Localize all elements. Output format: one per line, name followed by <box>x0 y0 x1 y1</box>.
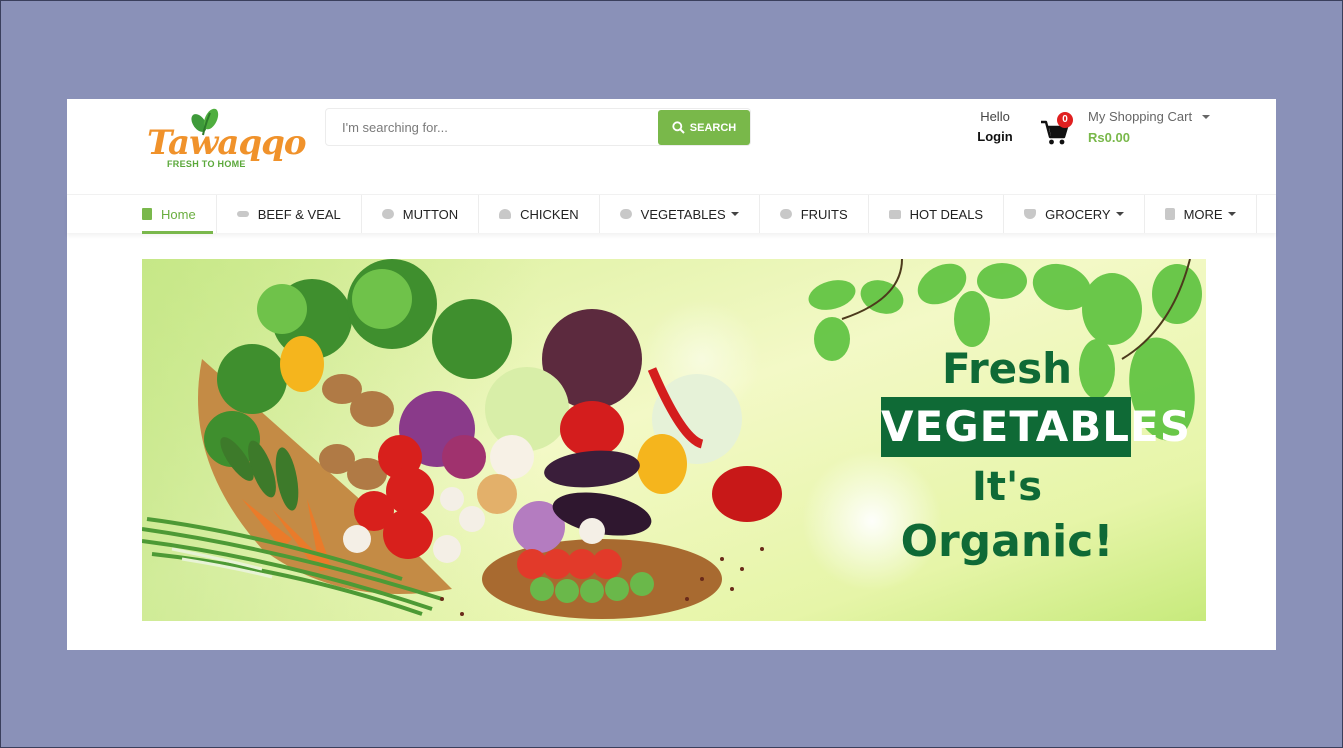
search-input[interactable] <box>326 109 688 145</box>
banner-headline-vegetables: VEGETABLES <box>881 397 1190 457</box>
nav-label: HOT DEALS <box>909 206 984 222</box>
login-link[interactable]: Login <box>965 129 1025 144</box>
cart-summary[interactable]: My Shopping Cart Rs0.00 <box>1088 109 1211 145</box>
nav-item-mutton[interactable]: MUTTON <box>362 195 480 233</box>
nav-item-beef-veal[interactable]: BEEF & VEAL <box>217 195 362 233</box>
document-icon <box>142 208 152 220</box>
nav-label: MUTTON <box>402 206 459 222</box>
search-icon <box>672 121 685 134</box>
chicken-icon <box>499 209 512 219</box>
cart-total: Rs0.00 <box>1088 130 1130 145</box>
grocery-icon <box>1024 209 1037 219</box>
nav-label: Home <box>161 206 196 222</box>
logo-wordmark: Tawaqqo <box>147 123 307 163</box>
banner-headline-fresh: Fresh <box>941 344 1073 393</box>
vegetable-icon <box>619 209 632 219</box>
nav-item-grocery[interactable]: GROCERY <box>1004 195 1145 233</box>
nav-item-chicken[interactable]: CHICKEN <box>479 195 600 233</box>
search-bar: SEARCH <box>325 108 751 146</box>
steak-icon <box>236 211 249 217</box>
site-logo[interactable]: Tawaqqo FRESH TO HOME <box>147 107 307 175</box>
chevron-down-icon <box>1227 212 1236 216</box>
deals-icon <box>888 209 901 219</box>
nav-item-hot-deals[interactable]: HOT DEALS <box>869 195 1005 233</box>
cart-count-badge: 0 <box>1057 112 1073 128</box>
cart-title: My Shopping Cart <box>1088 109 1193 124</box>
nav-item-home[interactable]: Home <box>142 195 217 234</box>
main-navigation: Home BEEF & VEAL MUTTON CHICKEN VEGETABL… <box>67 194 1276 234</box>
account-menu[interactable]: Hello Login <box>965 109 1025 144</box>
greeting-text: Hello <box>980 109 1010 124</box>
nav-label: CHICKEN <box>520 206 579 222</box>
nav-item-more[interactable]: MORE <box>1145 195 1257 233</box>
website-card: Tawaqqo FRESH TO HOME SEARCH Hello Login… <box>67 99 1276 650</box>
nav-item-vegetables[interactable]: VEGETABLES <box>600 195 760 233</box>
chevron-down-icon <box>730 212 739 216</box>
meat-icon <box>381 209 394 219</box>
chevron-down-icon <box>1115 212 1124 216</box>
nav-label: FRUITS <box>800 206 848 222</box>
nav-label: GROCERY <box>1045 206 1111 222</box>
chevron-down-icon <box>1202 114 1211 119</box>
nav-label: MORE <box>1183 206 1223 222</box>
list-icon <box>1164 208 1175 220</box>
logo-tagline: FRESH TO HOME <box>167 159 246 169</box>
nav-label: BEEF & VEAL <box>257 206 341 222</box>
search-button[interactable]: SEARCH <box>658 110 750 145</box>
banner-headline-organic: Organic! <box>900 516 1114 567</box>
nav-label: VEGETABLES <box>640 206 726 222</box>
fruit-icon <box>779 209 792 219</box>
hero-banner[interactable]: Fresh VEGETABLES It's Organic! <box>142 259 1206 621</box>
nav-item-fruits[interactable]: FRUITS <box>760 195 869 233</box>
search-button-label: SEARCH <box>689 121 737 134</box>
banner-headline-its: It's <box>971 464 1043 510</box>
